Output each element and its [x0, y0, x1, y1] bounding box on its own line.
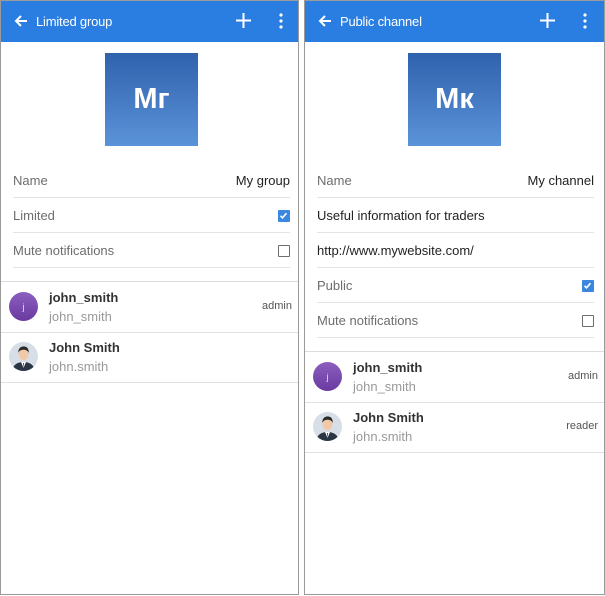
member-name: john_smith: [353, 360, 423, 375]
mute-notifications-row[interactable]: Mute notifications: [13, 234, 290, 268]
description-row[interactable]: Useful information for traders: [317, 199, 594, 233]
mute-notifications-row[interactable]: Mute notifications: [317, 304, 594, 338]
more-vert-icon[interactable]: [278, 12, 284, 30]
check-icon: [583, 282, 592, 289]
member-role: admin: [568, 370, 598, 382]
url-row[interactable]: http://www.mywebsite.com/: [317, 234, 594, 268]
app-bar: Limited group: [1, 1, 298, 42]
plus-icon[interactable]: [539, 12, 556, 29]
public-checkbox[interactable]: [582, 279, 594, 292]
member-role: reader: [566, 420, 598, 432]
member-role: admin: [262, 300, 292, 312]
member-login: john_smith: [353, 379, 416, 394]
name-label: Name: [317, 173, 352, 188]
description-text: Useful information for traders: [317, 208, 485, 223]
app-bar-title: Limited group: [36, 14, 113, 29]
mute-notifications-checkbox[interactable]: [582, 314, 594, 327]
member-item[interactable]: j john_smith john_smith admin: [1, 282, 298, 333]
name-label: Name: [13, 173, 48, 188]
member-name: john_smith: [49, 290, 119, 305]
member-item[interactable]: j john_smith john_smith admin: [305, 352, 604, 403]
channel-avatar[interactable]: Мк: [408, 53, 501, 146]
plus-icon[interactable]: [235, 12, 252, 29]
member-item[interactable]: John Smith john.smith reader: [305, 402, 604, 453]
member-avatar: j: [313, 362, 342, 391]
name-value: My channel: [527, 173, 594, 188]
group-avatar[interactable]: Мг: [105, 53, 198, 146]
public-label: Public: [317, 278, 353, 293]
name-value: My group: [235, 173, 290, 188]
member-login: john.smith: [353, 429, 413, 444]
app-bar: Public channel: [305, 1, 604, 42]
mute-notifications-label: Mute notifications: [13, 243, 115, 258]
back-arrow-icon[interactable]: [12, 12, 30, 30]
name-row[interactable]: Name My channel: [317, 164, 594, 198]
more-vert-icon[interactable]: [582, 12, 588, 30]
member-login: john.smith: [49, 359, 109, 374]
member-photo-avatar: [9, 342, 38, 371]
member-avatar: j: [9, 292, 38, 321]
limited-label: Limited: [13, 208, 55, 223]
section-divider: [1, 271, 298, 282]
back-arrow-icon[interactable]: [316, 12, 334, 30]
limited-group-screen: Limited group Мг Name My group Limited M…: [0, 0, 299, 595]
member-photo-avatar: [313, 412, 342, 441]
name-row[interactable]: Name My group: [13, 164, 290, 198]
limited-row[interactable]: Limited: [13, 199, 290, 233]
mute-notifications-label: Mute notifications: [317, 313, 419, 328]
url-text: http://www.mywebsite.com/: [317, 243, 474, 258]
mute-notifications-checkbox[interactable]: [278, 244, 290, 257]
member-login: john_smith: [49, 309, 112, 324]
member-name: John Smith: [49, 340, 120, 355]
public-channel-screen: Public channel Мк Name My channel Useful…: [304, 0, 605, 595]
section-divider: [305, 341, 604, 352]
check-icon: [279, 212, 288, 219]
public-row[interactable]: Public: [317, 269, 594, 303]
member-name: John Smith: [353, 410, 424, 425]
limited-checkbox[interactable]: [278, 209, 290, 222]
app-bar-title: Public channel: [340, 14, 422, 29]
member-item[interactable]: John Smith john.smith: [1, 332, 298, 383]
